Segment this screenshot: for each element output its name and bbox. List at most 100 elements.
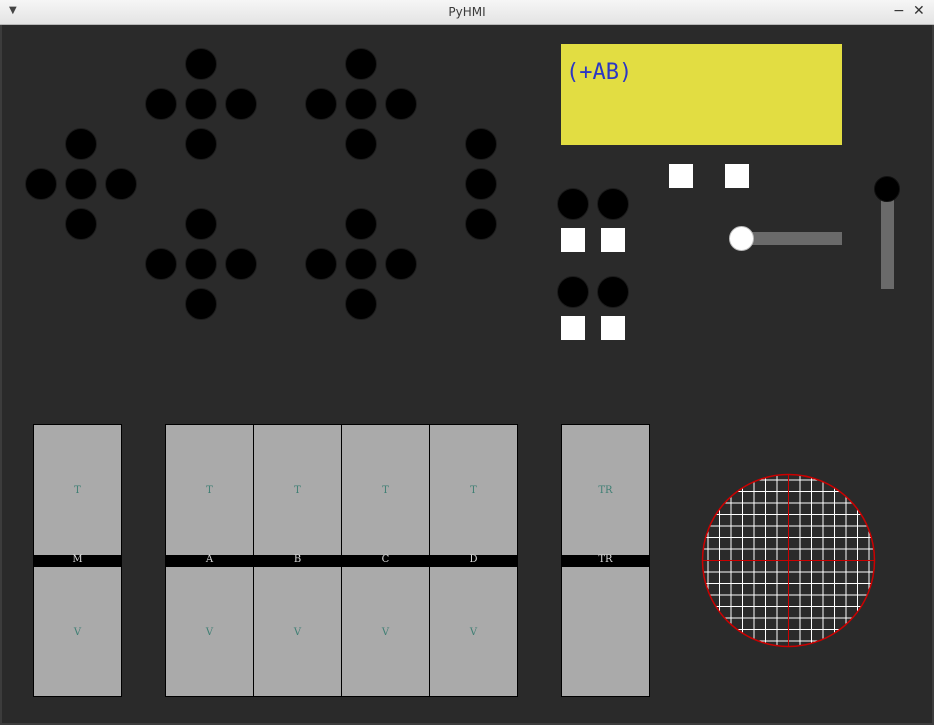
grid-cell xyxy=(822,491,835,504)
panel-c-top[interactable]: T xyxy=(342,425,429,554)
dpad-2-up-button[interactable] xyxy=(345,48,377,80)
dpad-1-left-button[interactable] xyxy=(145,88,177,120)
grid-cell xyxy=(765,502,778,515)
grid-cell xyxy=(742,606,755,619)
grid-cell xyxy=(753,606,766,619)
panel-a-top[interactable]: T xyxy=(166,425,253,554)
group2-indicator-1 xyxy=(561,316,585,340)
panel-d-bottom[interactable]: V xyxy=(430,567,517,696)
panel-a-top-label: T xyxy=(206,485,213,496)
grid-cell xyxy=(834,617,847,630)
panel-tr-bottom[interactable] xyxy=(562,567,649,696)
column-top-button[interactable] xyxy=(465,128,497,160)
dpad-2-center-button[interactable] xyxy=(345,88,377,120)
group1-button-1[interactable] xyxy=(557,188,589,220)
group1-button-2[interactable] xyxy=(597,188,629,220)
grid-cell xyxy=(788,594,801,607)
vertical-slider-track[interactable] xyxy=(881,189,894,289)
minimize-button[interactable]: − xyxy=(893,3,905,19)
panel-m-bottom[interactable]: V xyxy=(34,567,121,696)
dpad-left-up-button[interactable] xyxy=(65,128,97,160)
panel-a-bar: A xyxy=(166,554,253,567)
vertical-slider-handle[interactable] xyxy=(874,176,900,202)
grid-cell xyxy=(799,606,812,619)
dpad-left-right-button[interactable] xyxy=(105,168,137,200)
grid-cell xyxy=(811,537,824,550)
grid-cell xyxy=(811,583,824,596)
dpad-1-center-button[interactable] xyxy=(185,88,217,120)
panel-a-bottom[interactable]: V xyxy=(166,567,253,696)
grid-cell xyxy=(765,514,778,527)
grid-cell xyxy=(719,537,732,550)
grid-cell xyxy=(822,537,835,550)
grid-cell xyxy=(765,479,778,492)
grid-cell xyxy=(765,571,778,584)
dpad-left-center-button[interactable] xyxy=(65,168,97,200)
column-bottom-button[interactable] xyxy=(465,208,497,240)
panel-d-top[interactable]: T xyxy=(430,425,517,554)
panel-b-top[interactable]: T xyxy=(254,425,341,554)
dpad-3-down-button[interactable] xyxy=(185,288,217,320)
close-button[interactable]: ✕ xyxy=(913,3,925,19)
dpad-1-up-button[interactable] xyxy=(185,48,217,80)
panel-m-top[interactable]: T xyxy=(34,425,121,554)
dpad-4-left-button[interactable] xyxy=(305,248,337,280)
grid-cell xyxy=(811,514,824,527)
grid-cell xyxy=(799,560,812,573)
grid-cell xyxy=(811,525,824,538)
grid-cell xyxy=(822,571,835,584)
horizontal-slider-track[interactable] xyxy=(741,232,842,245)
grid-cell xyxy=(730,583,743,596)
grid-cell xyxy=(776,502,789,515)
dpad-1-right-button[interactable] xyxy=(225,88,257,120)
dpad-left-left-button[interactable] xyxy=(25,168,57,200)
panel-tr-label: TR xyxy=(598,554,613,565)
square-button-2[interactable] xyxy=(725,164,749,188)
grid-cell xyxy=(834,537,847,550)
grid-cell xyxy=(719,525,732,538)
horizontal-slider-handle[interactable] xyxy=(729,226,754,251)
grid-cell xyxy=(857,548,870,561)
panel-tr-top[interactable]: TR xyxy=(562,425,649,554)
grid-cell xyxy=(776,537,789,550)
circular-grid-pad[interactable] xyxy=(700,472,877,649)
group2-button-1[interactable] xyxy=(557,276,589,308)
grid-cell xyxy=(845,583,858,596)
dpad-left-down-button[interactable] xyxy=(65,208,97,240)
dpad-2-right-button[interactable] xyxy=(385,88,417,120)
lcd-display: (+AB) xyxy=(561,44,842,145)
grid-cell xyxy=(742,548,755,561)
grid-cell xyxy=(753,537,766,550)
grid-cell xyxy=(765,606,778,619)
panel-c-bottom[interactable]: V xyxy=(342,567,429,696)
dpad-3-center-button[interactable] xyxy=(185,248,217,280)
grid-cell xyxy=(799,491,812,504)
panel-m-bottom-label: V xyxy=(73,627,82,638)
dpad-4-up-button[interactable] xyxy=(345,208,377,240)
grid-cell xyxy=(719,514,732,527)
panel-b-bottom[interactable]: V xyxy=(254,567,341,696)
grid-cell xyxy=(730,537,743,550)
dpad-4-down-button[interactable] xyxy=(345,288,377,320)
dpad-3-right-button[interactable] xyxy=(225,248,257,280)
grid-cell xyxy=(788,491,801,504)
grid-cell xyxy=(811,560,824,573)
grid-cell xyxy=(799,479,812,492)
grid-cell xyxy=(788,537,801,550)
group2-button-2[interactable] xyxy=(597,276,629,308)
dpad-4-right-button[interactable] xyxy=(385,248,417,280)
grid-cell xyxy=(845,594,858,607)
dpad-2-left-button[interactable] xyxy=(305,88,337,120)
group1-indicator-2 xyxy=(601,228,625,252)
dpad-1-down-button[interactable] xyxy=(185,128,217,160)
grid-cell xyxy=(753,502,766,515)
dpad-4-center-button[interactable] xyxy=(345,248,377,280)
dpad-2-down-button[interactable] xyxy=(345,128,377,160)
panel-d: T D V xyxy=(429,424,518,697)
column-middle-button[interactable] xyxy=(465,168,497,200)
dpad-3-up-button[interactable] xyxy=(185,208,217,240)
dpad-3-left-button[interactable] xyxy=(145,248,177,280)
grid-cell xyxy=(753,560,766,573)
grid-cell xyxy=(730,548,743,561)
square-button-1[interactable] xyxy=(669,164,693,188)
